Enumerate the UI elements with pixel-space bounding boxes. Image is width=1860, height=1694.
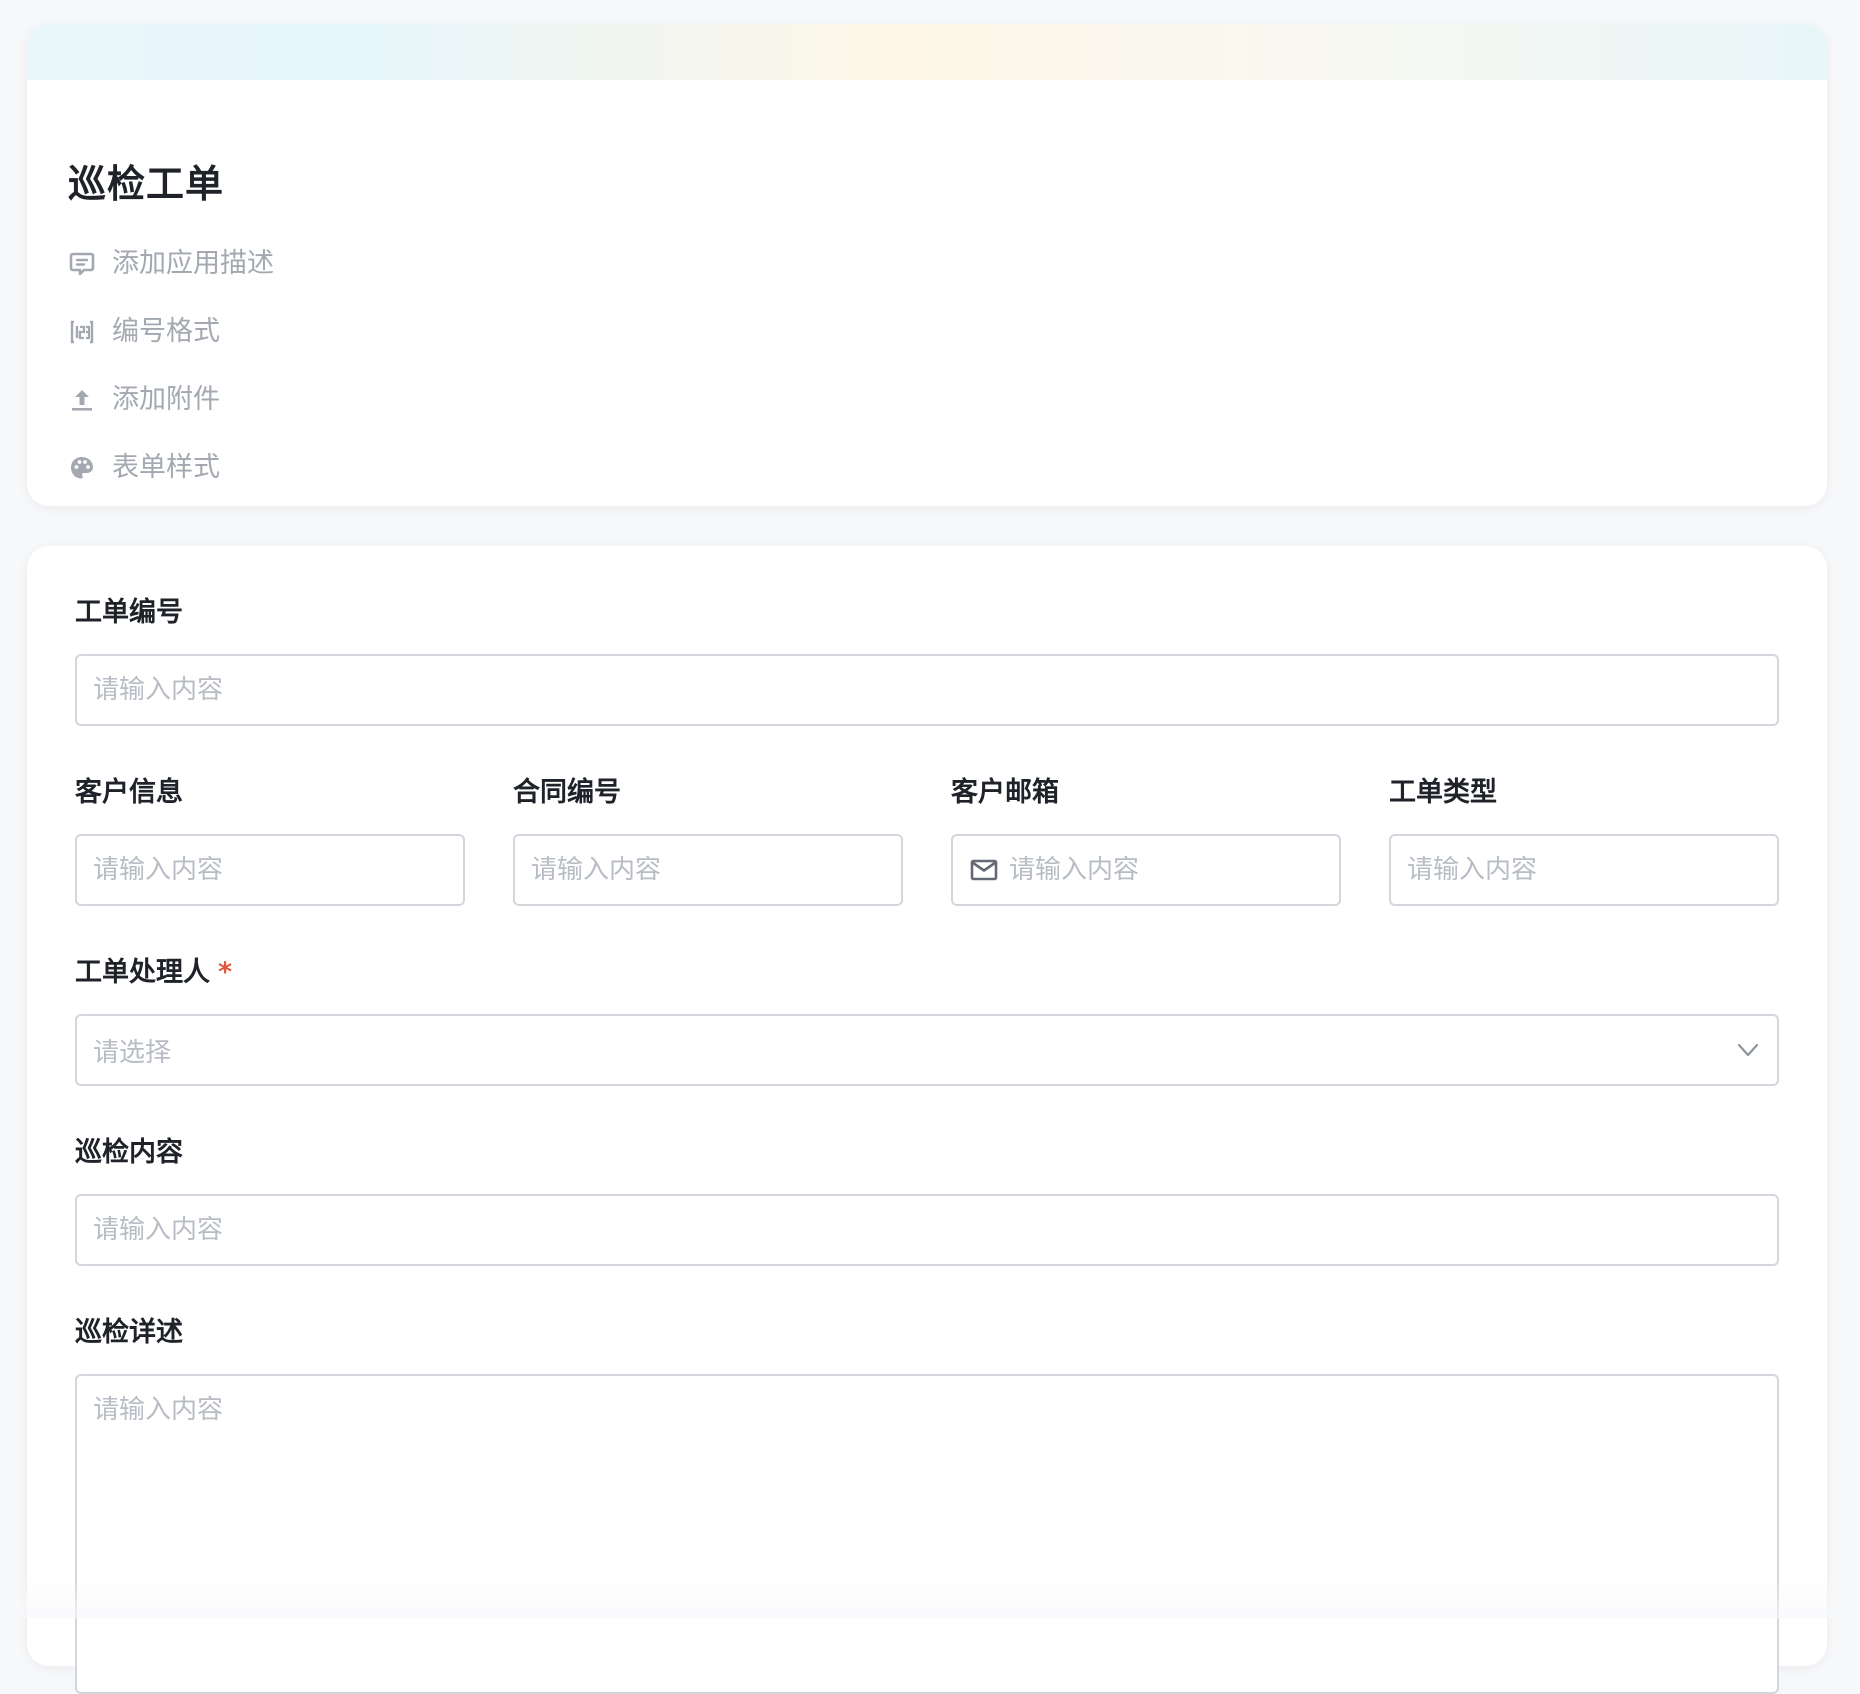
customer-info-field[interactable] xyxy=(75,834,465,906)
number-format-label: 编号格式 xyxy=(112,316,220,347)
chevron-down-icon xyxy=(1737,1043,1759,1057)
ticket-no-field[interactable] xyxy=(75,654,1779,726)
customer-email-field[interactable] xyxy=(951,834,1341,906)
add-attachment-action[interactable]: 添加附件 xyxy=(68,380,274,420)
ticket-type-field[interactable] xyxy=(1389,834,1779,906)
inspection-content-input[interactable] xyxy=(93,1215,1761,1245)
add-description-action[interactable]: 添加应用描述 xyxy=(68,244,274,284)
mail-icon xyxy=(970,859,998,881)
form-body-card: 工单编号 客户信息 合同编号 客户邮箱 工单类型 工单处理人 * 请选择 巡检内容… xyxy=(27,546,1827,1694)
contract-no-label: 合同编号 xyxy=(513,777,621,808)
handler-label-text: 工单处理人 xyxy=(75,957,210,988)
header-banner xyxy=(27,24,1827,80)
contract-no-input[interactable] xyxy=(531,855,885,885)
ticket-no-label: 工单编号 xyxy=(75,597,183,628)
number-format-icon xyxy=(68,318,96,346)
handler-label: 工单处理人 * xyxy=(75,954,232,992)
add-attachment-label: 添加附件 xyxy=(112,384,220,415)
contract-no-field[interactable] xyxy=(513,834,903,906)
inspection-content-label: 巡检内容 xyxy=(75,1137,183,1168)
form-settings-list: 添加应用描述 编号格式 添加附件 表单样式 xyxy=(68,244,274,506)
comment-icon xyxy=(68,250,96,278)
form-style-action[interactable]: 表单样式 xyxy=(68,448,274,488)
inspection-details-field[interactable] xyxy=(75,1374,1779,1694)
customer-info-label: 客户信息 xyxy=(75,777,183,808)
palette-icon xyxy=(68,454,96,482)
inspection-content-field[interactable] xyxy=(75,1194,1779,1266)
ticket-no-input[interactable] xyxy=(93,675,1761,705)
inspection-details-textarea[interactable] xyxy=(93,1392,1761,1652)
handler-select-placeholder: 请选择 xyxy=(93,1037,172,1068)
form-title[interactable]: 巡检工单 xyxy=(68,158,224,210)
customer-info-input[interactable] xyxy=(93,855,447,885)
upload-icon xyxy=(68,386,96,414)
handler-select[interactable]: 请选择 xyxy=(75,1014,1779,1086)
number-format-action[interactable]: 编号格式 xyxy=(68,312,274,352)
inspection-details-label: 巡检详述 xyxy=(75,1317,183,1348)
form-header-card: 巡检工单 添加应用描述 编号格式 添加附件 表单样式 xyxy=(27,24,1827,506)
form-style-label: 表单样式 xyxy=(112,452,220,483)
ticket-type-label: 工单类型 xyxy=(1389,777,1497,808)
add-description-label: 添加应用描述 xyxy=(112,248,274,279)
customer-email-input[interactable] xyxy=(1009,855,1323,885)
required-mark: * xyxy=(218,957,233,988)
ticket-type-input[interactable] xyxy=(1407,855,1761,885)
customer-email-label: 客户邮箱 xyxy=(951,777,1059,808)
